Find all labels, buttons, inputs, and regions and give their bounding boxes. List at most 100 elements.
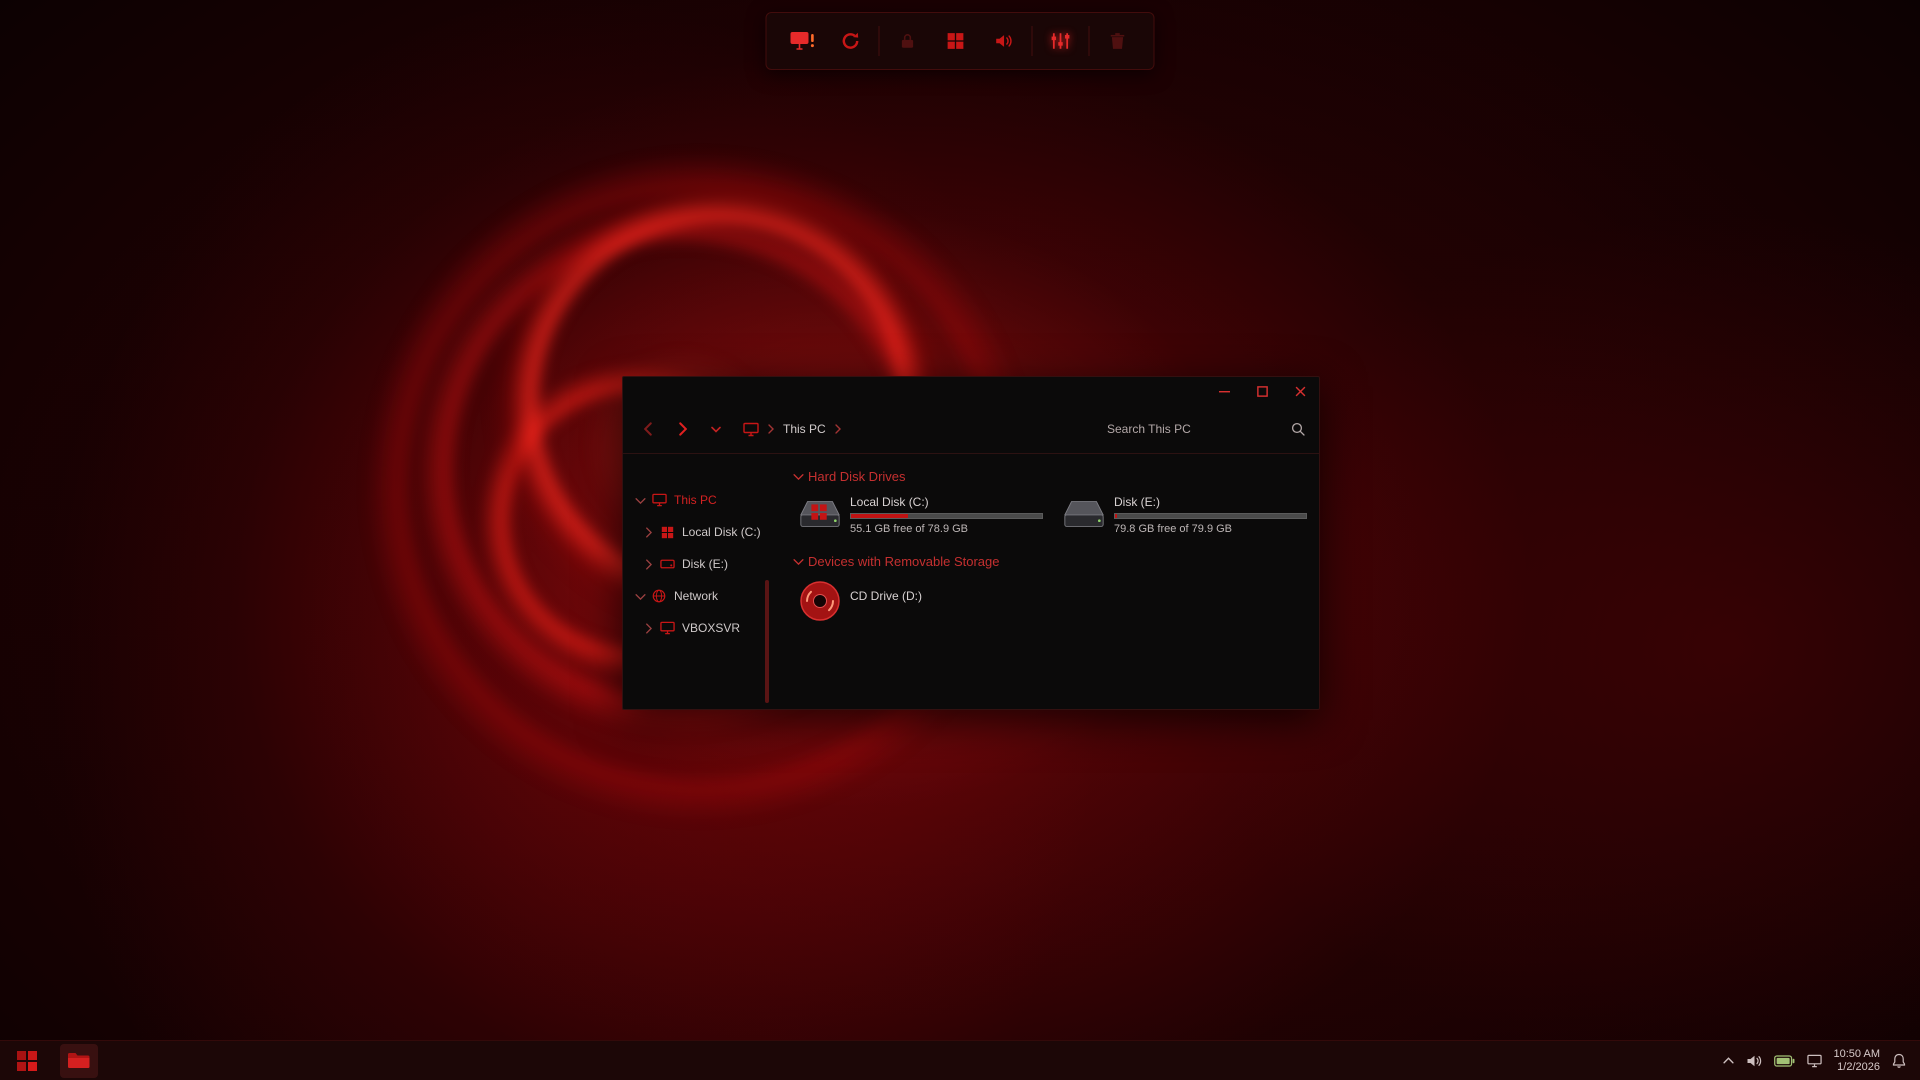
section-title: Hard Disk Drives [808,469,906,484]
windows-icon[interactable] [936,21,976,61]
chevron-right-icon[interactable] [645,559,652,570]
drive-info: Disk (E:) 79.8 GB free of 79.9 GB [1114,494,1307,535]
hard-drive-icon [1061,494,1107,535]
taskbar-clock[interactable]: 10:50 AM 1/2/2026 [1834,1048,1880,1074]
drive-disk-e[interactable]: Disk (E:) 79.8 GB free of 79.9 GB [1059,492,1309,537]
equalizer-icon[interactable] [1041,21,1081,61]
tray-volume-icon[interactable] [1746,1054,1762,1068]
breadcrumb-this-pc[interactable]: This PC [783,422,826,436]
tray-chevron-up-icon[interactable] [1723,1057,1734,1064]
sidebar-item-label: Disk (E:) [682,557,728,571]
sidebar-item-vboxsvr[interactable]: VBOXSVR [623,612,771,644]
folder-icon [67,1051,91,1070]
update-icon[interactable] [831,21,871,61]
sidebar: This PC Local Disk (C:) [623,454,771,709]
capacity-fill [851,514,908,518]
windows-glyph [947,32,965,50]
network-globe-icon [651,589,667,603]
notification-bell-icon[interactable] [1892,1053,1906,1068]
trash-icon[interactable] [1098,21,1138,61]
taskbar-left [0,1044,98,1078]
chevron-right-icon [678,422,687,436]
drive-cd-d[interactable]: CD Drive (D:) [795,577,1045,625]
file-explorer-taskbar-button[interactable] [60,1044,98,1078]
dock-divider [1089,26,1090,56]
drive-icon [659,558,675,570]
window-body: This PC Local Disk (C:) [623,454,1319,709]
sidebar-item-local-disk-c[interactable]: Local Disk (C:) [623,516,771,548]
lock-icon[interactable] [888,21,928,61]
tray-network-icon[interactable] [1807,1054,1822,1068]
drive-tiles: Local Disk (C:) 55.1 GB free of 78.9 GB [795,492,1309,537]
forward-button[interactable] [671,417,693,441]
breadcrumb-separator-icon [835,424,841,434]
drive-name: Disk (E:) [1114,495,1307,509]
chevron-down-icon[interactable] [637,591,644,602]
display-alert-glyph [790,31,816,51]
chevron-down-icon [795,471,802,482]
search-icon [1291,422,1305,436]
volume-icon[interactable] [984,21,1024,61]
cd-drive-icon [797,579,843,623]
chevron-right-icon[interactable] [645,623,652,634]
drive-name: Local Disk (C:) [850,495,1043,509]
content-pane: Hard Disk Drives Local Disk (C:) [771,454,1319,709]
sidebar-item-disk-e[interactable]: Disk (E:) [623,548,771,580]
sidebar-item-label: This PC [674,493,717,507]
drive-free-space: 79.8 GB free of 79.9 GB [1114,523,1307,535]
chevron-right-icon[interactable] [645,527,652,538]
start-button[interactable] [8,1044,46,1078]
display-alert-icon[interactable] [783,21,823,61]
drive-name: CD Drive (D:) [850,589,922,623]
equalizer-glyph [1051,32,1071,50]
clock-date: 1/2/2026 [1834,1061,1880,1074]
dock-divider [879,26,880,56]
lock-glyph [900,32,916,50]
close-button[interactable] [1281,377,1319,405]
volume-glyph [995,33,1013,49]
search-box [1107,422,1305,436]
breadcrumb-separator-icon [768,424,774,434]
capacity-bar [850,513,1043,519]
drive-info: Local Disk (C:) 55.1 GB free of 78.9 GB [850,494,1043,535]
taskbar: 10:50 AM 1/2/2026 [0,1040,1920,1080]
computer-icon [659,621,675,635]
search-input[interactable] [1107,422,1283,436]
sidebar-item-label: VBOXSVR [682,621,740,635]
chevron-down-icon [711,426,721,433]
chevron-down-icon[interactable] [637,495,644,506]
titlebar[interactable] [623,377,1319,405]
windows-start-icon [17,1051,37,1071]
update-glyph [841,31,861,51]
explorer-window: This PC [622,376,1320,710]
recent-locations-button[interactable] [705,417,727,441]
sidebar-scrollbar[interactable] [765,580,769,703]
capacity-fill [1115,514,1117,518]
section-title: Devices with Removable Storage [808,554,999,569]
clock-time: 10:50 AM [1834,1048,1880,1061]
desktop: This PC [0,0,1920,1080]
navigation-bar: This PC [623,405,1319,453]
back-button[interactable] [637,417,659,441]
monitor-icon [651,493,667,507]
dock-divider [1032,26,1033,56]
section-removable-storage: Devices with Removable Storage CD Drive … [795,551,1309,625]
sidebar-item-network[interactable]: Network [623,580,771,612]
top-dock [766,12,1155,70]
sidebar-item-label: Network [674,589,718,603]
section-header[interactable]: Devices with Removable Storage [795,551,1309,571]
minimize-button[interactable] [1205,377,1243,405]
section-header[interactable]: Hard Disk Drives [795,466,1309,486]
windows-drive-icon [659,526,675,539]
drive-local-disk-c[interactable]: Local Disk (C:) 55.1 GB free of 78.9 GB [795,492,1045,537]
tray-battery-icon[interactable] [1774,1055,1795,1067]
sidebar-item-label: Local Disk (C:) [682,525,761,539]
chevron-down-icon [795,556,802,567]
maximize-button[interactable] [1243,377,1281,405]
breadcrumb: This PC [743,422,841,437]
chevron-left-icon [644,422,653,436]
sidebar-item-this-pc[interactable]: This PC [623,484,771,516]
drive-free-space: 55.1 GB free of 78.9 GB [850,523,1043,535]
capacity-bar [1114,513,1307,519]
hard-drive-icon [797,494,843,535]
